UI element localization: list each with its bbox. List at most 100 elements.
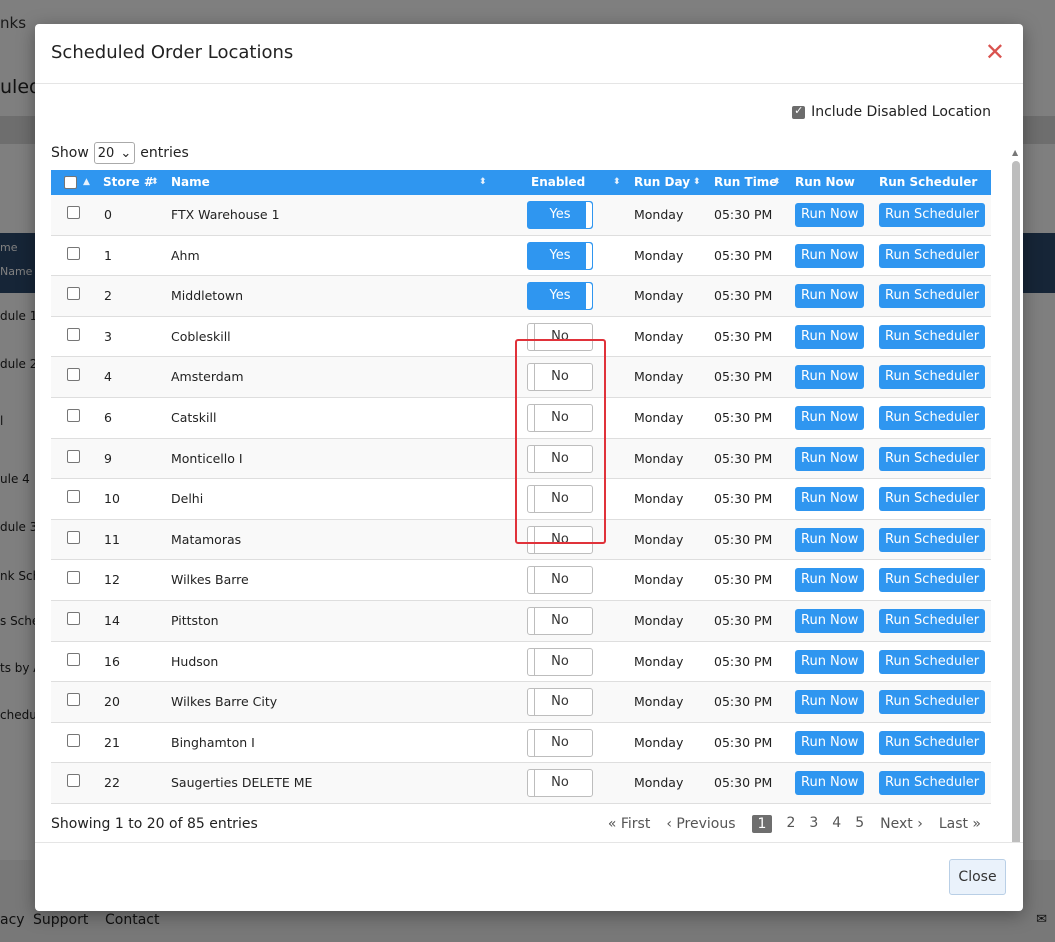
run-now-button[interactable]: Run Now [795, 324, 865, 349]
run-time: 05:30 PM [714, 491, 773, 507]
run-now-button[interactable]: Run Now [795, 649, 865, 674]
run-scheduler-button[interactable]: Run Scheduler [879, 690, 986, 715]
enabled-toggle[interactable]: No [527, 363, 593, 392]
run-time: 05:30 PM [714, 409, 773, 425]
run-scheduler-button[interactable]: Run Scheduler [879, 365, 986, 390]
page-size-select[interactable]: 20 ⌄ [93, 142, 136, 164]
column-header-name[interactable]: Name [171, 170, 210, 195]
run-now-button[interactable]: Run Now [795, 730, 865, 755]
select-all-checkbox[interactable] [64, 176, 77, 189]
enabled-toggle[interactable]: No [527, 403, 593, 432]
row-checkbox[interactable] [67, 530, 80, 544]
row-checkbox[interactable] [67, 206, 80, 219]
row-checkbox[interactable] [67, 490, 80, 504]
column-header-store[interactable]: Store # [103, 170, 154, 195]
close-button[interactable]: Close [949, 859, 1006, 895]
run-scheduler-button[interactable]: Run Scheduler [879, 405, 986, 430]
page-link-2[interactable]: 2 [786, 815, 795, 833]
row-checkbox[interactable] [67, 733, 80, 747]
row-checkbox[interactable] [67, 287, 80, 301]
modal-scrollbar[interactable]: ▲ ▼ [1011, 149, 1021, 842]
run-day: Monday [634, 288, 684, 304]
row-checkbox[interactable] [67, 368, 80, 382]
enabled-toggle[interactable]: No [527, 728, 593, 757]
page-link-4[interactable]: 4 [832, 815, 841, 833]
row-checkbox[interactable] [67, 774, 80, 788]
sort-icon: ⬍ [479, 177, 487, 187]
run-now-button[interactable]: Run Now [795, 690, 865, 715]
row-checkbox[interactable] [67, 327, 80, 341]
run-scheduler-button[interactable]: Run Scheduler [879, 243, 986, 268]
run-now-button[interactable]: Run Now [795, 365, 865, 390]
run-scheduler-button[interactable]: Run Scheduler [879, 568, 986, 593]
run-scheduler-button[interactable]: Run Scheduler [879, 487, 986, 512]
row-checkbox[interactable] [67, 246, 80, 260]
run-scheduler-button[interactable]: Run Scheduler [879, 730, 986, 755]
table-row: 0 FTX Warehouse 1 Yes Monday 05:30 PM Run Now… [51, 195, 991, 236]
enabled-toggle[interactable]: No [527, 525, 593, 554]
run-scheduler-button[interactable]: Run Scheduler [879, 649, 986, 674]
enabled-toggle[interactable]: No [527, 688, 593, 717]
run-scheduler-button[interactable]: Run Scheduler [879, 324, 986, 349]
run-day: Monday [634, 775, 684, 791]
enabled-toggle[interactable]: No [527, 606, 593, 635]
previous-page-link[interactable]: ‹ Previous [666, 816, 735, 832]
location-name: Wilkes Barre City [171, 694, 278, 710]
first-page-link[interactable]: « First [608, 816, 650, 832]
row-checkbox[interactable] [67, 611, 80, 625]
include-disabled-checkbox[interactable]: Include Disabled Location [792, 104, 991, 120]
run-scheduler-button[interactable]: Run Scheduler [879, 446, 986, 471]
page-link-5[interactable]: 5 [855, 815, 864, 833]
enabled-toggle[interactable]: No [527, 647, 593, 676]
run-time: 05:30 PM [714, 653, 773, 669]
run-scheduler-button[interactable]: Run Scheduler [879, 284, 986, 309]
run-scheduler-button[interactable]: Run Scheduler [879, 771, 986, 796]
page-link-3[interactable]: 3 [809, 815, 818, 833]
run-scheduler-button[interactable]: Run Scheduler [879, 608, 986, 633]
row-checkbox[interactable] [67, 652, 80, 666]
enabled-toggle[interactable]: No [527, 444, 593, 473]
enabled-toggle[interactable]: Yes [527, 241, 593, 270]
last-page-link[interactable]: Last » [939, 816, 981, 832]
column-header-run-day[interactable]: Run Day [634, 170, 690, 195]
scroll-thumb[interactable] [1012, 161, 1020, 842]
run-now-button[interactable]: Run Now [795, 771, 865, 796]
run-now-button[interactable]: Run Now [795, 203, 865, 227]
run-now-button[interactable]: Run Now [795, 446, 865, 471]
table-row: 12 Wilkes Barre No Monday 05:30 PM Run Now Run… [51, 560, 991, 601]
run-now-button[interactable]: Run Now [795, 608, 865, 633]
enabled-toggle[interactable]: No [527, 566, 593, 595]
enabled-toggle[interactable]: No [527, 322, 593, 351]
run-now-button[interactable]: Run Now [795, 284, 865, 309]
row-checkbox[interactable] [67, 571, 80, 585]
run-now-button[interactable]: Run Now [795, 487, 865, 512]
page-link-1[interactable]: 1 [751, 815, 773, 833]
table-row: 6 Catskill No Monday 05:30 PM Run Now Run Sche… [51, 398, 991, 439]
close-icon[interactable]: ✕ [985, 38, 1005, 66]
location-name: Middletown [171, 288, 243, 304]
enabled-toggle[interactable]: No [527, 769, 593, 798]
run-scheduler-button[interactable]: Run Scheduler [879, 203, 986, 227]
store-number: 9 [104, 450, 112, 466]
table-row: 1 Ahm Yes Monday 05:30 PM Run Now Run Schedule… [51, 236, 991, 277]
checkbox-icon[interactable] [792, 104, 806, 119]
scroll-up-icon[interactable]: ▲ [1012, 149, 1018, 157]
run-now-button[interactable]: Run Now [795, 243, 865, 268]
run-day: Monday [634, 572, 684, 588]
run-scheduler-button[interactable]: Run Scheduler [879, 527, 986, 552]
table-info: Showing 1 to 20 of 85 entries [51, 816, 258, 832]
enabled-toggle[interactable]: No [527, 485, 593, 514]
run-now-button[interactable]: Run Now [795, 405, 865, 430]
row-checkbox[interactable] [67, 693, 80, 707]
row-checkbox[interactable] [67, 449, 80, 463]
run-now-button[interactable]: Run Now [795, 568, 865, 593]
next-page-link[interactable]: Next › [880, 816, 923, 832]
column-header-enabled[interactable]: Enabled [531, 170, 585, 195]
modal-title: Scheduled Order Locations [51, 42, 294, 63]
run-now-button[interactable]: Run Now [795, 527, 865, 552]
store-number: 6 [104, 409, 112, 425]
enabled-toggle[interactable]: Yes [527, 201, 593, 229]
column-header-run-time[interactable]: Run Time [714, 170, 777, 195]
enabled-toggle[interactable]: Yes [527, 282, 593, 311]
row-checkbox[interactable] [67, 408, 80, 422]
